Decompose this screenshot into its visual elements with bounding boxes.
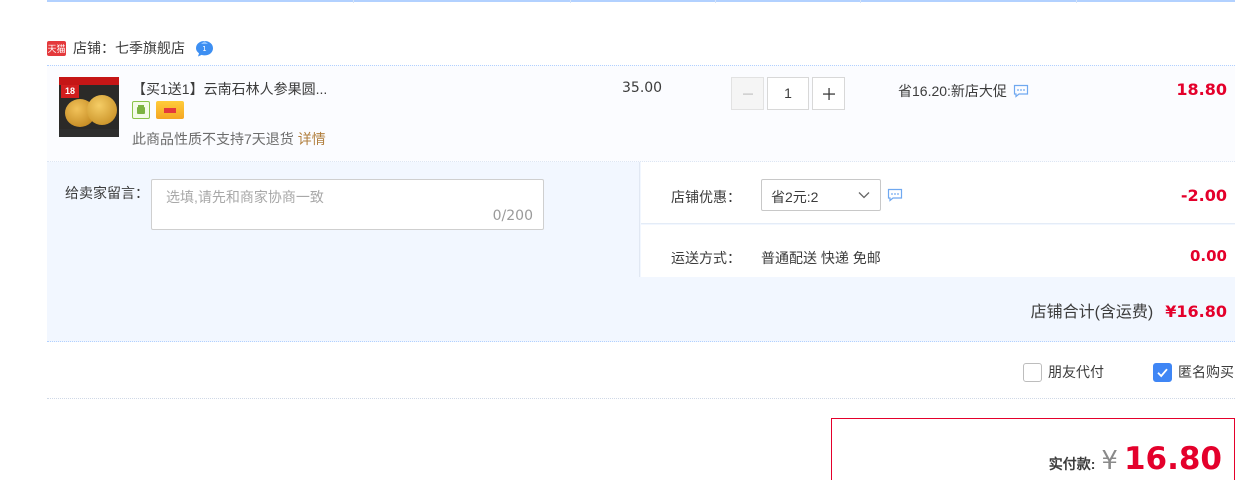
message-char-counter: 0/200 bbox=[492, 208, 533, 224]
anonymous-purchase-option[interactable]: 匿名购买 bbox=[1153, 362, 1234, 382]
promo-comment-icon[interactable] bbox=[1013, 84, 1029, 98]
quantity-stepper: 1 bbox=[731, 77, 845, 110]
tmall-badge: 天猫 bbox=[47, 40, 66, 56]
currency-symbol: ¥ bbox=[1101, 446, 1118, 476]
seller-message-section: 给卖家留言： 选填,请先和商家协商一致 0/200 bbox=[47, 162, 640, 277]
thumb-banner bbox=[59, 77, 119, 85]
increase-quantity-button[interactable] bbox=[812, 77, 845, 110]
payment-total: 实付款: ¥ 16.80 bbox=[1049, 441, 1222, 477]
shop-discount-row: 店铺优惠： 省2元:2 -2.00 bbox=[641, 162, 1235, 224]
friend-pay-option[interactable]: 朋友代付 bbox=[1023, 362, 1104, 382]
quantity-input[interactable]: 1 bbox=[767, 77, 809, 110]
shipping-row: 运送方式： 普通配送 快递 免邮 0.00 bbox=[641, 225, 1235, 277]
order-detail-area: 给卖家留言： 选填,请先和商家协商一致 0/200 店铺优惠： 省2元:2 -2… bbox=[47, 162, 1235, 342]
payment-summary-box: 实付款: ¥ 16.80 bbox=[831, 418, 1235, 480]
mobile-order-icon bbox=[132, 101, 150, 119]
shop-discount-select[interactable]: 省2元:2 bbox=[761, 179, 881, 211]
shop-name-link[interactable]: 七季旗舰店 bbox=[115, 38, 185, 58]
shop-total: 店铺合计(含运费) ¥16.80 bbox=[1031, 298, 1227, 322]
anonymous-purchase-checkbox[interactable] bbox=[1153, 362, 1172, 382]
thumb-price-tag: 18 bbox=[61, 85, 79, 98]
seller-message-label: 给卖家留言： bbox=[65, 185, 149, 201]
product-title-link[interactable]: 【买1送1】云南石林人参果圆... bbox=[132, 79, 327, 99]
plus-icon bbox=[822, 87, 835, 100]
anonymous-purchase-label: 匿名购买 bbox=[1178, 364, 1234, 380]
message-placeholder: 选填,请先和商家协商一致 bbox=[166, 189, 324, 205]
checkmark-icon bbox=[1157, 368, 1168, 377]
shipping-label: 运送方式： bbox=[671, 250, 741, 266]
product-thumbnail[interactable]: 18 bbox=[59, 77, 119, 137]
shipping-method: 普通配送 快递 免邮 bbox=[761, 250, 881, 266]
fruit-image-right bbox=[87, 95, 117, 125]
minus-icon bbox=[742, 93, 753, 95]
promotion-info: 省16.20:新店大促 bbox=[898, 81, 1029, 101]
service-badges bbox=[132, 101, 184, 119]
discount-comment-icon[interactable] bbox=[887, 188, 903, 202]
chevron-down-icon bbox=[858, 192, 870, 199]
shop-total-label: 店铺合计(含运费) bbox=[1030, 304, 1154, 321]
svg-text:1: 1 bbox=[202, 45, 206, 53]
cart-item-row: 18 【买1送1】云南石林人参果圆... 此商品性质不支持7天退货 详情 35.0… bbox=[47, 65, 1235, 162]
shop-discount-amount: -2.00 bbox=[1180, 186, 1227, 205]
payment-label: 实付款: bbox=[1048, 456, 1096, 472]
friend-pay-checkbox[interactable] bbox=[1023, 362, 1042, 382]
details-link[interactable]: 详情 bbox=[298, 131, 326, 147]
payment-amount: 16.80 bbox=[1123, 441, 1222, 477]
thumb-footer bbox=[59, 129, 119, 137]
shop-discount-label: 店铺优惠： bbox=[671, 189, 741, 205]
shop-header: 天猫 店铺： 七季旗舰店 1 bbox=[47, 36, 214, 60]
decrease-quantity-button[interactable] bbox=[731, 77, 764, 110]
item-subtotal: 18.80 bbox=[1176, 80, 1227, 99]
shop-total-amount: ¥16.80 bbox=[1165, 302, 1227, 321]
credit-card-icon bbox=[156, 101, 184, 119]
friend-pay-label: 朋友代付 bbox=[1048, 364, 1104, 380]
unit-price: 35.00 bbox=[622, 80, 663, 96]
shop-discount-selected: 省2元:2 bbox=[771, 189, 819, 205]
return-policy-text: 此商品性质不支持7天退货 bbox=[132, 131, 294, 147]
wangwang-chat-icon[interactable]: 1 bbox=[195, 40, 214, 57]
seller-message-textarea[interactable]: 选填,请先和商家协商一致 0/200 bbox=[151, 179, 544, 230]
shipping-fee: 0.00 bbox=[1189, 247, 1227, 265]
return-policy-notice: 此商品性质不支持7天退货 详情 bbox=[132, 129, 326, 149]
order-options-row: 朋友代付 匿名购买 bbox=[47, 343, 1235, 399]
promotion-text: 省16.20:新店大促 bbox=[898, 83, 1007, 99]
shop-label: 店铺： bbox=[73, 40, 115, 56]
top-divider bbox=[47, 0, 1235, 2]
